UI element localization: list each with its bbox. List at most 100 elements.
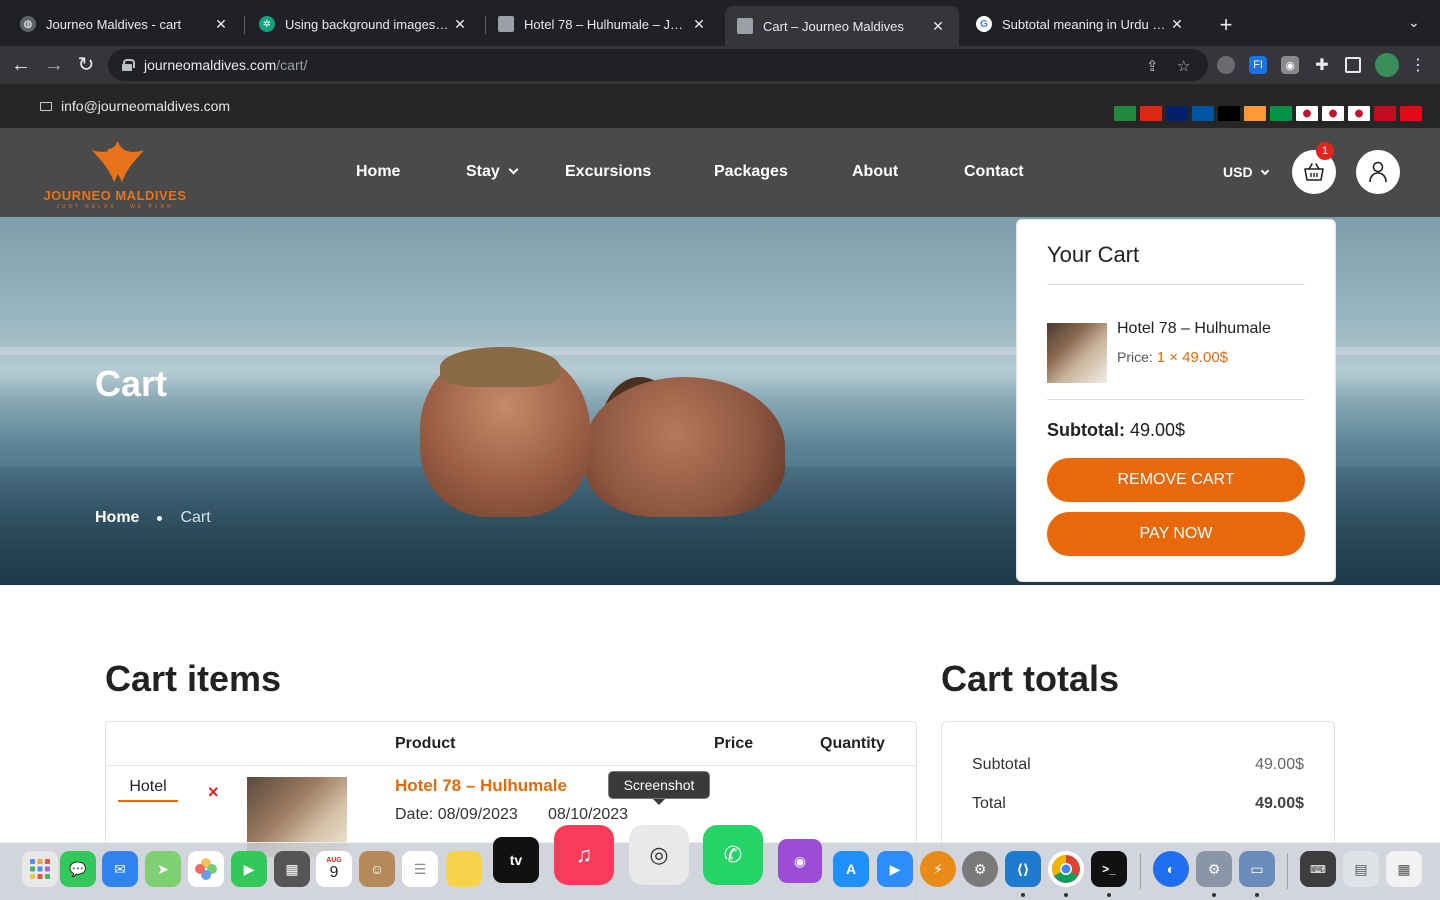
nav-packages[interactable]: Packages — [714, 163, 788, 181]
tab-hotel-78[interactable]: Hotel 78 – Hulhumale – Journe ✕ — [486, 8, 720, 40]
terminal-icon[interactable]: >_ — [1091, 851, 1127, 887]
breadcrumb-home[interactable]: Home — [95, 509, 139, 527]
puzzle-extensions-icon[interactable]: ✚ — [1313, 56, 1331, 74]
safari-like-icon[interactable]: ◐ — [1153, 851, 1189, 887]
globe-icon: ◍ — [20, 16, 36, 32]
dock-separator — [1287, 853, 1288, 889]
currency-selector[interactable]: USD — [1223, 164, 1269, 180]
window-thumbnail-icon[interactable]: ▦ — [1386, 851, 1422, 887]
kebab-menu-icon[interactable]: ⋮ — [1409, 56, 1427, 74]
language-flag-icon[interactable] — [1374, 106, 1396, 121]
site-header: JOURNEO MALDIVES JUST RELAX · WE PLAN Ho… — [0, 128, 1440, 217]
reeder-icon[interactable]: ⚡ — [920, 851, 956, 887]
page-icon — [498, 16, 514, 32]
remove-item-icon[interactable]: × — [208, 782, 219, 803]
reload-icon[interactable]: ↻ — [74, 53, 98, 77]
totals-total-label: Total — [972, 795, 1006, 812]
tab-journeo-cart[interactable]: ◍ Journeo Maldives - cart ✕ — [8, 8, 242, 40]
contacts-icon[interactable]: ☺ — [359, 851, 395, 887]
profile-avatar[interactable] — [1375, 53, 1399, 77]
email-contact[interactable]: info@journeomaldives.com — [40, 98, 230, 114]
photos-icon[interactable] — [188, 851, 224, 887]
tab-google-subtotal[interactable]: G Subtotal meaning in Urdu - Goo ✕ — [964, 8, 1198, 40]
extension-robot-icon[interactable] — [1217, 56, 1235, 74]
tab-cart-active[interactable]: Cart – Journeo Maldives ✕ — [725, 6, 959, 46]
whatsapp-icon[interactable]: ✆ — [703, 825, 763, 885]
cart-item-name[interactable]: Hotel 78 – Hulhumale — [1117, 320, 1271, 338]
launchpad-icon[interactable] — [22, 851, 58, 887]
language-flags — [1114, 106, 1422, 121]
preview-icon[interactable]: ▭ — [1239, 851, 1275, 887]
cart-item-thumbnail[interactable] — [1047, 323, 1107, 383]
document-window-icon[interactable]: ▤ — [1343, 851, 1379, 887]
nav-excursions[interactable]: Excursions — [565, 163, 651, 181]
close-icon[interactable]: ✕ — [212, 16, 230, 33]
language-flag-icon[interactable] — [1192, 106, 1214, 121]
vscode-icon[interactable]: ⟨⟩ — [1005, 851, 1041, 887]
chrome-icon[interactable] — [1048, 851, 1084, 887]
site-logo[interactable]: JOURNEO MALDIVES JUST RELAX · WE PLAN — [40, 138, 190, 210]
product-link[interactable]: Hotel 78 – Hulhumale — [395, 776, 567, 796]
totals-subtotal-row: Subtotal 49.00$ — [972, 756, 1304, 774]
tab-hotel[interactable]: Hotel — [118, 778, 178, 802]
calendar-month: AUG — [326, 856, 342, 864]
app-store-icon[interactable]: A — [833, 851, 869, 887]
language-flag-icon[interactable] — [1244, 106, 1266, 121]
system-preferences-icon[interactable]: ⚙ — [962, 851, 998, 887]
close-icon[interactable]: ✕ — [1168, 16, 1186, 33]
notes-icon[interactable] — [446, 851, 482, 887]
star-bookmark-icon[interactable]: ☆ — [1177, 57, 1190, 75]
extension-fi-icon[interactable]: FI — [1249, 56, 1267, 74]
chevron-down-icon — [508, 164, 519, 175]
language-flag-icon[interactable] — [1166, 106, 1188, 121]
nav-home[interactable]: Home — [356, 163, 400, 181]
music-icon[interactable]: ♫ — [554, 825, 614, 885]
podcasts-icon[interactable]: ◉ — [778, 839, 822, 883]
language-flag-icon[interactable] — [1114, 106, 1136, 121]
calendar-icon[interactable]: AUG 9 — [316, 851, 352, 887]
reminders-icon[interactable]: ☰ — [402, 851, 438, 887]
nav-about[interactable]: About — [852, 163, 898, 181]
tab-search-chevron-icon[interactable]: ⌄ — [1408, 14, 1420, 31]
side-panel-icon[interactable] — [1345, 57, 1361, 73]
browser-toolbar: ← → ↻ journeomaldives.com/cart/ ⇪ ☆ FI ◉… — [0, 46, 1440, 84]
language-flag-icon[interactable] — [1140, 106, 1162, 121]
share-icon[interactable]: ⇪ — [1146, 57, 1159, 75]
language-flag-icon[interactable] — [1348, 106, 1370, 121]
settings-gear-icon[interactable]: ⚙ — [1196, 851, 1232, 887]
nav-stay[interactable]: Stay — [466, 163, 519, 181]
running-indicator — [1021, 893, 1025, 897]
new-tab-button[interactable]: + — [1214, 12, 1238, 38]
camera-extension-icon[interactable]: ◉ — [1281, 56, 1299, 74]
totals-total-row: Total 49.00$ — [972, 795, 1304, 813]
language-flag-icon[interactable] — [1218, 106, 1240, 121]
close-icon[interactable]: ✕ — [451, 16, 469, 33]
screenshot-app-icon[interactable]: ◎ — [629, 825, 689, 885]
forward-arrow-icon[interactable]: → — [42, 53, 66, 77]
page-title: Cart — [95, 363, 168, 404]
pay-now-button[interactable]: PAY NOW — [1047, 512, 1305, 556]
maps-icon[interactable]: ➤ — [145, 851, 181, 887]
zoom-icon[interactable]: ▶ — [877, 851, 913, 887]
remove-cart-button[interactable]: REMOVE CART — [1047, 458, 1305, 502]
language-flag-icon[interactable] — [1400, 106, 1422, 121]
nav-contact[interactable]: Contact — [964, 163, 1024, 181]
address-bar[interactable]: journeomaldives.com/cart/ ⇪ ☆ — [108, 49, 1208, 81]
product-date-end: 08/10/2023 — [548, 806, 629, 823]
language-flag-icon[interactable] — [1270, 106, 1292, 121]
chatgpt-icon: ✲ — [259, 16, 275, 32]
mail-icon[interactable]: ✉ — [102, 851, 138, 887]
language-flag-icon[interactable] — [1322, 106, 1344, 121]
close-icon[interactable]: ✕ — [690, 16, 708, 33]
close-icon[interactable]: ✕ — [929, 18, 947, 35]
tab-title: Journeo Maldives - cart — [46, 16, 182, 32]
back-arrow-icon[interactable]: ← — [9, 53, 33, 77]
calculator-icon[interactable]: ▦ — [274, 851, 310, 887]
apple-tv-icon[interactable]: tv — [493, 837, 539, 883]
facetime-icon[interactable]: ▶ — [231, 851, 267, 887]
account-button[interactable] — [1356, 150, 1400, 194]
messages-icon[interactable]: 💬 — [60, 851, 96, 887]
tab-chatgpt[interactable]: ✲ Using background images in La ✕ — [247, 8, 481, 40]
keyboard-window-icon[interactable]: ⌨ — [1300, 851, 1336, 887]
language-flag-icon[interactable] — [1296, 106, 1318, 121]
